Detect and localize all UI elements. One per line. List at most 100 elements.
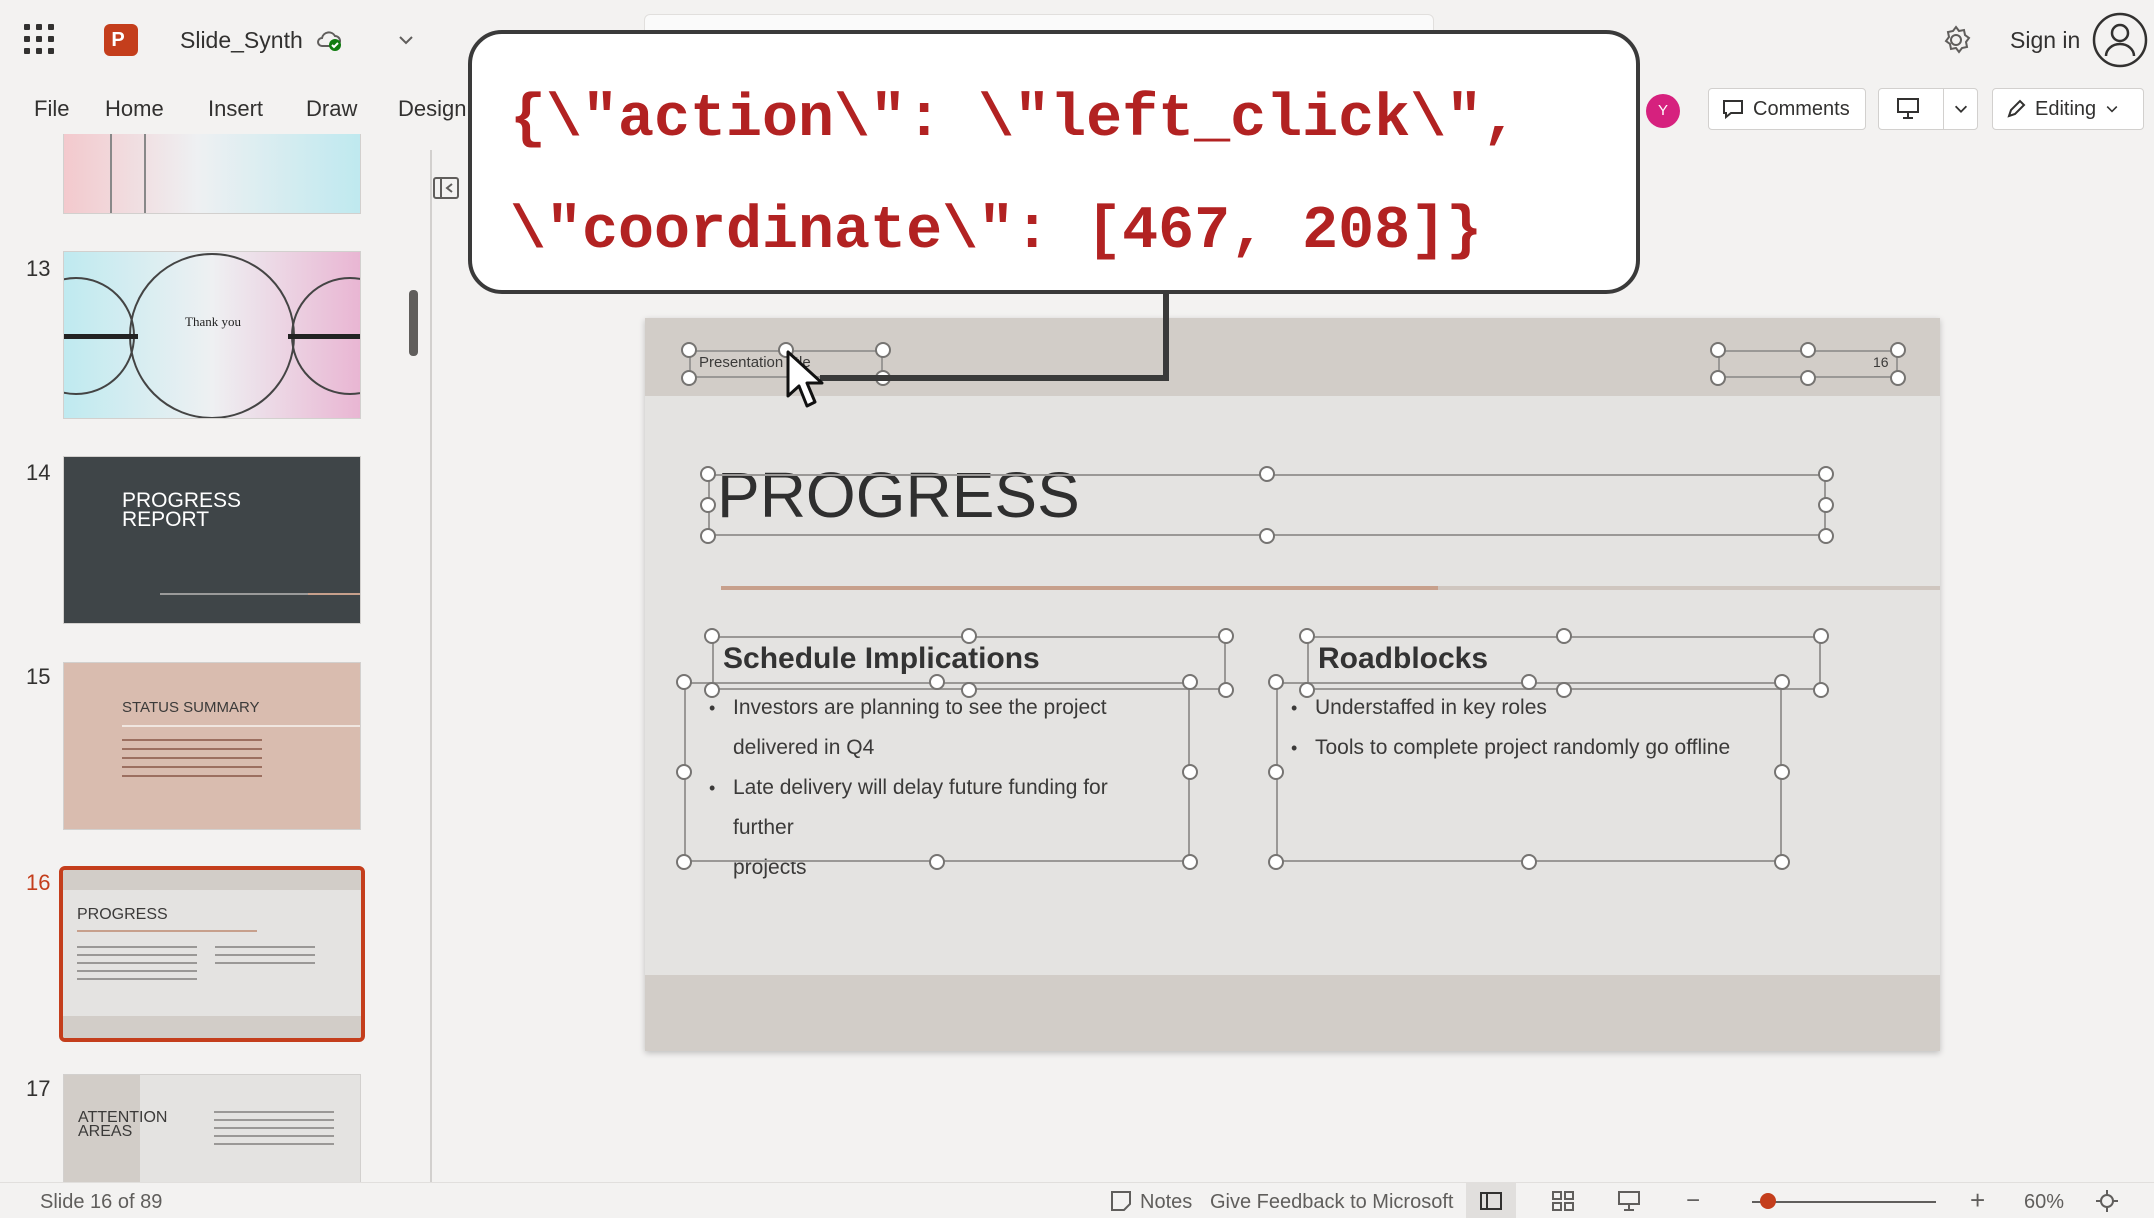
resize-handle[interactable] — [1182, 764, 1198, 780]
resize-handle[interactable] — [1268, 674, 1284, 690]
normal-view-icon — [1480, 1192, 1502, 1210]
zoom-percentage[interactable]: 60% — [2024, 1191, 2064, 1214]
resize-handle[interactable] — [676, 674, 692, 690]
resize-handle[interactable] — [1813, 628, 1829, 644]
slide-footer-band — [645, 975, 1940, 1051]
pane-divider[interactable] — [430, 150, 432, 1182]
zoom-in-button[interactable]: + — [1970, 1185, 1985, 1216]
tab-file[interactable]: File — [34, 96, 69, 122]
slide-canvas[interactable]: Presentation title 16 PROGRESS Schedule … — [645, 318, 1940, 1051]
action-line-2: \"coordinate\": [467, 208]} — [510, 198, 1483, 266]
slide-number-17: 17 — [26, 1076, 51, 1101]
resize-handle[interactable] — [929, 854, 945, 870]
zoom-slider[interactable] — [1752, 1201, 1936, 1203]
resize-handle[interactable] — [1890, 342, 1906, 358]
tab-design[interactable]: Design — [398, 96, 466, 122]
resize-handle[interactable] — [1710, 370, 1726, 386]
resize-handle[interactable] — [681, 342, 697, 358]
resize-handle[interactable] — [1268, 764, 1284, 780]
slide-thumbnail-15[interactable]: STATUS SUMMARY — [63, 662, 361, 830]
fit-to-window-icon[interactable] — [2094, 1189, 2120, 1213]
resize-handle[interactable] — [704, 682, 720, 698]
slide-thumbnail-12[interactable] — [63, 134, 361, 214]
resize-handle[interactable] — [1182, 854, 1198, 870]
feedback-link[interactable]: Give Feedback to Microsoft — [1210, 1191, 1453, 1214]
resize-handle[interactable] — [1774, 854, 1790, 870]
resize-handle[interactable] — [1813, 682, 1829, 698]
document-title[interactable]: Slide_Synth — [180, 27, 303, 54]
chevron-down-icon[interactable] — [1952, 100, 1970, 118]
resize-handle[interactable] — [961, 682, 977, 698]
tab-draw[interactable]: Draw — [306, 96, 357, 122]
resize-handle[interactable] — [1556, 628, 1572, 644]
resize-handle[interactable] — [1774, 674, 1790, 690]
slide-thumbnail-14[interactable]: PROGRESS REPORT — [63, 456, 361, 624]
sign-in-link[interactable]: Sign in — [2010, 27, 2080, 54]
resize-handle[interactable] — [1299, 682, 1315, 698]
comment-icon — [1723, 100, 1743, 120]
thumbnail-scrollbar[interactable] — [409, 290, 418, 356]
notes-button[interactable]: Notes — [1140, 1191, 1192, 1214]
slide-thumbnail-13[interactable]: Thank you — [63, 251, 361, 419]
status-bar: Slide 16 of 89 Notes Give Feedback to Mi… — [0, 1182, 2154, 1218]
slide-thumbnail-16[interactable]: PROGRESS — [59, 866, 365, 1042]
notes-icon[interactable] — [1108, 1189, 1134, 1213]
gear-icon[interactable] — [1940, 24, 1972, 56]
resize-handle[interactable] — [1521, 674, 1537, 690]
collaborator-avatar[interactable]: Y — [1646, 94, 1680, 128]
comments-label: Comments — [1753, 97, 1850, 120]
resize-handle[interactable] — [1800, 342, 1816, 358]
roadblocks-body[interactable]: Understaffed in key roles Tools to compl… — [1283, 688, 1763, 768]
tab-home[interactable]: Home — [105, 96, 164, 122]
resize-handle[interactable] — [1299, 628, 1315, 644]
slide-sorter-icon[interactable] — [1550, 1189, 1576, 1213]
pencil-icon — [2007, 99, 2026, 118]
slide-thumbnail-17[interactable]: ATTENTION AREAS — [63, 1074, 361, 1182]
editing-mode-button[interactable]: Editing — [1992, 88, 2144, 130]
chevron-down-icon[interactable] — [396, 30, 416, 50]
resize-handle[interactable] — [1818, 528, 1834, 544]
resize-handle[interactable] — [961, 628, 977, 644]
resize-handle[interactable] — [676, 764, 692, 780]
resize-handle[interactable] — [929, 674, 945, 690]
resize-handle[interactable] — [1818, 497, 1834, 513]
account-icon[interactable] — [2092, 12, 2148, 68]
resize-handle[interactable] — [1818, 466, 1834, 482]
resize-handle[interactable] — [676, 854, 692, 870]
resize-handle[interactable] — [1182, 674, 1198, 690]
resize-handle[interactable] — [1800, 370, 1816, 386]
present-button[interactable] — [1878, 88, 1978, 130]
thumbnail-17-title: ATTENTION AREAS — [78, 1109, 168, 1140]
resize-handle[interactable] — [1259, 466, 1275, 482]
resize-handle[interactable] — [704, 628, 720, 644]
thumbnail-16-title: PROGRESS — [77, 906, 168, 923]
resize-handle[interactable] — [1218, 628, 1234, 644]
resize-handle[interactable] — [700, 497, 716, 513]
slide-title[interactable]: PROGRESS — [717, 458, 1080, 532]
powerpoint-logo-icon[interactable]: P — [104, 20, 140, 56]
callout-connector — [820, 292, 1169, 381]
slide-counter: Slide 16 of 89 — [40, 1191, 163, 1213]
comments-button[interactable]: Comments — [1708, 88, 1866, 130]
app-launcher-icon[interactable] — [24, 24, 54, 54]
resize-handle[interactable] — [1218, 682, 1234, 698]
resize-handle[interactable] — [700, 466, 716, 482]
resize-handle[interactable] — [1556, 682, 1572, 698]
reading-view-icon[interactable] — [1616, 1189, 1642, 1213]
roadblocks-heading[interactable]: Roadblocks — [1318, 642, 1488, 676]
tab-insert[interactable]: Insert — [208, 96, 263, 122]
resize-handle[interactable] — [1259, 528, 1275, 544]
resize-handle[interactable] — [1521, 854, 1537, 870]
resize-handle[interactable] — [1710, 342, 1726, 358]
collapse-pane-icon[interactable] — [432, 176, 460, 200]
resize-handle[interactable] — [1890, 370, 1906, 386]
zoom-slider-thumb[interactable] — [1760, 1193, 1776, 1209]
resize-handle[interactable] — [1268, 854, 1284, 870]
mouse-cursor-icon — [786, 350, 824, 408]
resize-handle[interactable] — [1774, 764, 1790, 780]
resize-handle[interactable] — [681, 370, 697, 386]
zoom-out-button[interactable]: − — [1686, 1187, 1700, 1215]
schedule-implications-heading[interactable]: Schedule Implications — [723, 642, 1040, 676]
slide-number-placeholder[interactable]: 16 — [1873, 354, 1889, 370]
resize-handle[interactable] — [700, 528, 716, 544]
